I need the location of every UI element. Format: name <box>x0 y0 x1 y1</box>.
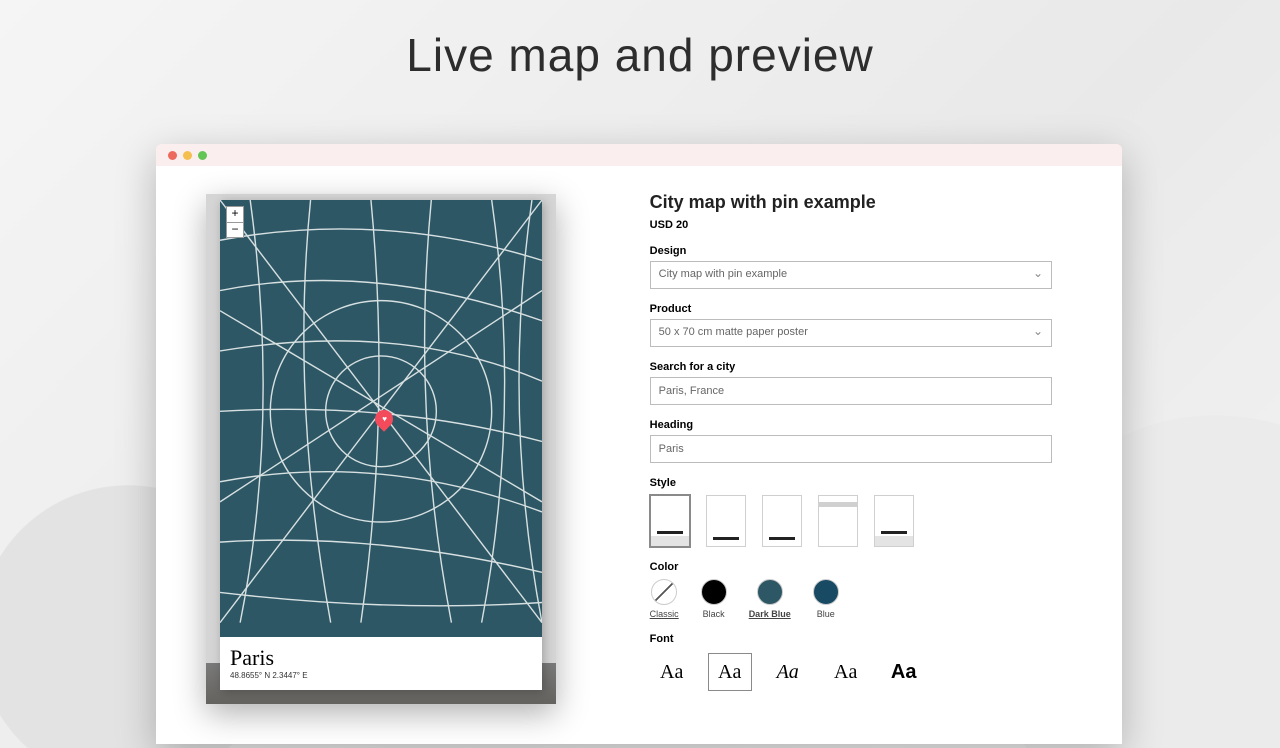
color-label-dark-blue: Dark Blue <box>749 609 791 619</box>
zoom-out-button[interactable]: − <box>227 222 243 237</box>
browser-window: + − Paris 48.8655° N 2.3447° E City map … <box>156 144 1122 744</box>
preview-pane: + − Paris 48.8655° N 2.3447° E <box>156 166 620 744</box>
color-option-dark-blue[interactable]: Dark Blue <box>749 579 791 619</box>
window-close-dot[interactable] <box>168 151 177 160</box>
product-title: City map with pin example <box>650 192 1052 213</box>
map-canvas[interactable]: + − <box>220 200 542 637</box>
color-swatches: Classic Black Dark Blue Blue <box>650 579 1052 619</box>
city-input[interactable] <box>650 377 1052 405</box>
style-swatches <box>650 495 1052 547</box>
field-font: Font Aa Aa Aa Aa Aa <box>650 633 1052 691</box>
font-option-5[interactable]: Aa <box>882 653 926 691</box>
field-heading: Heading <box>650 419 1052 463</box>
label-design: Design <box>650 245 1052 257</box>
color-label-blue: Blue <box>817 609 835 619</box>
product-select[interactable]: 50 x 70 cm matte paper poster <box>650 319 1052 347</box>
font-option-3[interactable]: Aa <box>766 653 810 691</box>
field-style: Style <box>650 477 1052 547</box>
app-content: + − Paris 48.8655° N 2.3447° E City map … <box>156 166 1122 744</box>
poster: + − Paris 48.8655° N 2.3447° E <box>220 200 542 690</box>
font-option-1[interactable]: Aa <box>650 653 694 691</box>
style-option-1[interactable] <box>650 495 690 547</box>
color-circle-black <box>701 579 727 605</box>
label-color: Color <box>650 561 1052 573</box>
color-label-black: Black <box>703 609 725 619</box>
zoom-in-button[interactable]: + <box>227 207 243 222</box>
window-minimize-dot[interactable] <box>183 151 192 160</box>
color-option-black[interactable]: Black <box>701 579 727 619</box>
poster-caption: Paris 48.8655° N 2.3447° E <box>220 637 542 690</box>
color-circle-blue <box>813 579 839 605</box>
style-option-3[interactable] <box>762 495 802 547</box>
field-design: Design City map with pin example <box>650 245 1052 289</box>
font-options: Aa Aa Aa Aa Aa <box>650 653 1052 691</box>
poster-backdrop: + − Paris 48.8655° N 2.3447° E <box>206 194 556 704</box>
label-product: Product <box>650 303 1052 315</box>
label-font: Font <box>650 633 1052 645</box>
heading-input[interactable] <box>650 435 1052 463</box>
style-option-5[interactable] <box>874 495 914 547</box>
window-titlebar <box>156 144 1122 166</box>
label-style: Style <box>650 477 1052 489</box>
font-option-2[interactable]: Aa <box>708 653 752 691</box>
map-zoom-control: + − <box>226 206 244 238</box>
field-city: Search for a city <box>650 361 1052 405</box>
product-price: USD 20 <box>650 219 1052 231</box>
color-circle-dark-blue <box>757 579 783 605</box>
color-option-classic[interactable]: Classic <box>650 579 679 619</box>
poster-coords: 48.8655° N 2.3447° E <box>230 671 532 680</box>
style-option-2[interactable] <box>706 495 746 547</box>
style-option-4[interactable] <box>818 495 858 547</box>
font-option-4[interactable]: Aa <box>824 653 868 691</box>
field-color: Color Classic Black Dark Blue <box>650 561 1052 619</box>
color-label-classic: Classic <box>650 609 679 619</box>
design-select[interactable]: City map with pin example <box>650 261 1052 289</box>
field-product: Product 50 x 70 cm matte paper poster <box>650 303 1052 347</box>
color-circle-classic <box>651 579 677 605</box>
page-title: Live map and preview <box>0 28 1280 82</box>
label-heading: Heading <box>650 419 1052 431</box>
controls-pane: City map with pin example USD 20 Design … <box>620 166 1122 744</box>
window-zoom-dot[interactable] <box>198 151 207 160</box>
label-city: Search for a city <box>650 361 1052 373</box>
color-option-blue[interactable]: Blue <box>813 579 839 619</box>
poster-city: Paris <box>230 645 532 671</box>
